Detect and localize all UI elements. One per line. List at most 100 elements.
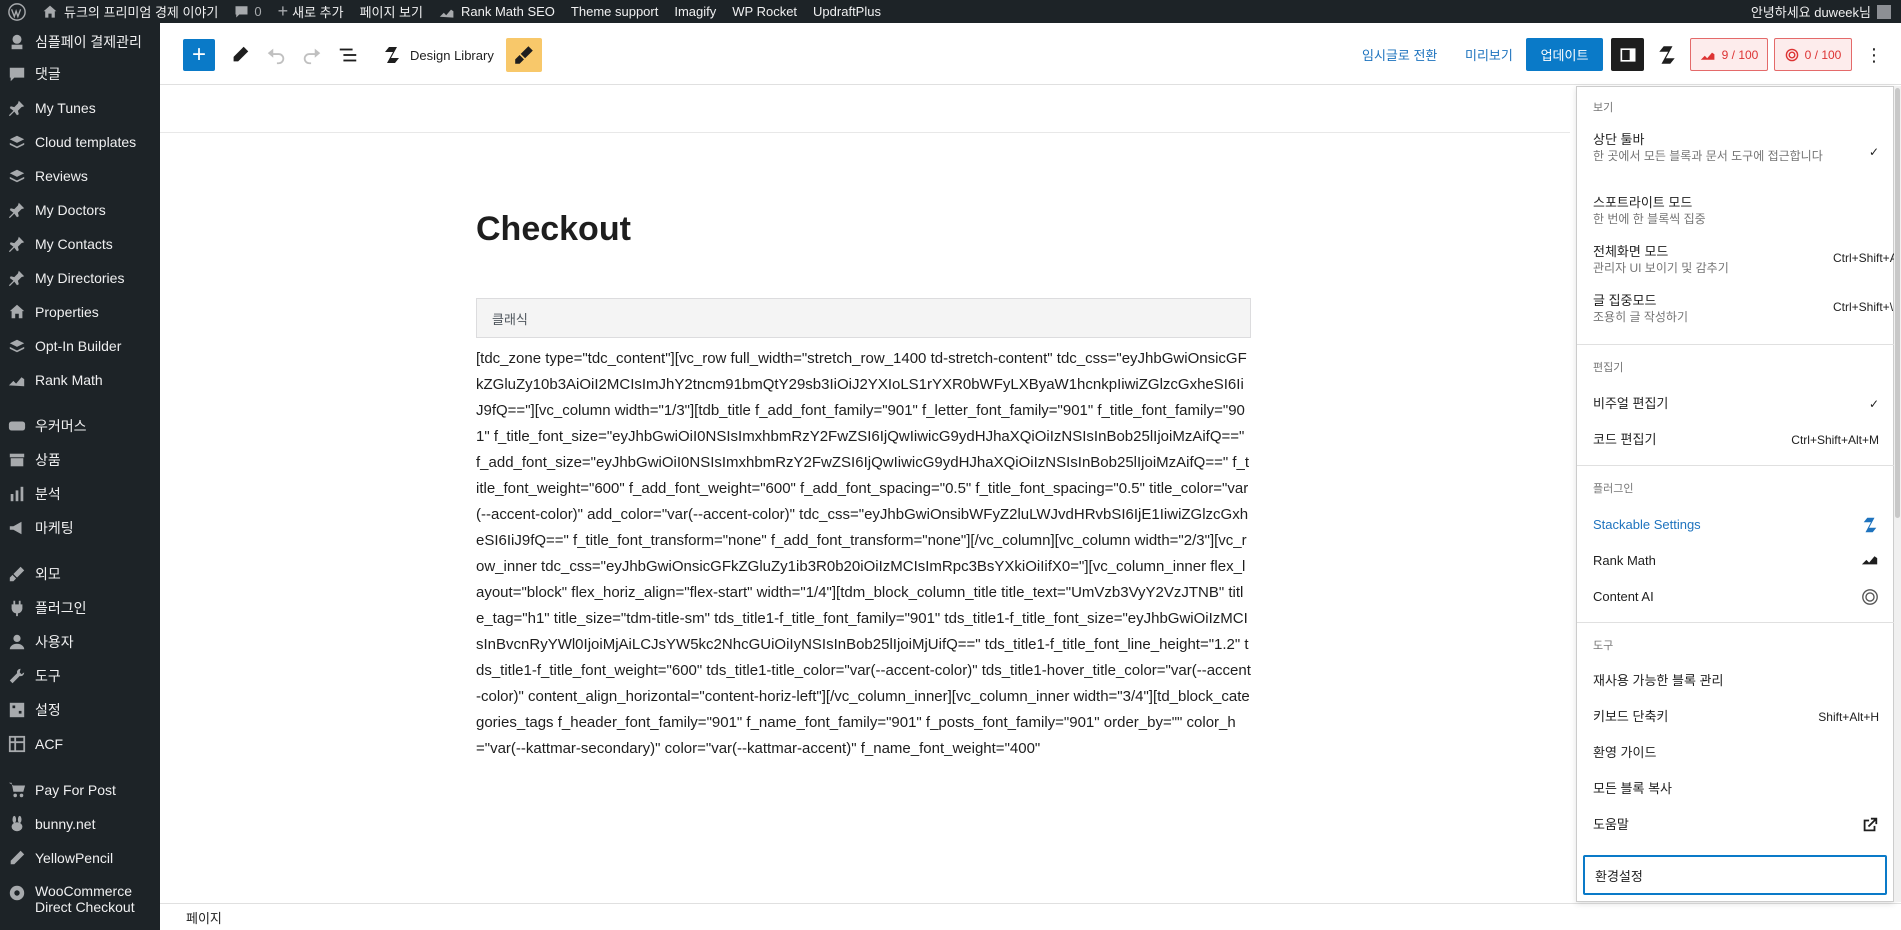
updraftplus-link[interactable]: UpdraftPlus <box>805 0 889 23</box>
wp-rocket-label: WP Rocket <box>732 4 798 19</box>
shortcode-content[interactable]: [tdc_zone type="tdc_content"][vc_row ful… <box>476 346 1251 762</box>
cart-icon <box>7 780 27 800</box>
editor-canvas: Checkout 클래식 [tdc_zone type="tdc_content… <box>160 86 1570 903</box>
sidebar-item-properties[interactable]: Properties <box>0 297 160 327</box>
visual-editor-option[interactable]: 비주얼 편집기 ✓ <box>1577 395 1895 413</box>
page-title[interactable]: Checkout <box>476 210 631 249</box>
welcome-guide-option[interactable]: 환영 가이드 <box>1577 744 1895 762</box>
classic-block-toolbar[interactable]: 클래식 <box>476 298 1251 338</box>
site-name-link[interactable]: 듀크의 프리미엄 경제 이야기 <box>34 0 226 23</box>
theme-support-label: Theme support <box>570 4 659 19</box>
options-dropdown: 보기 상단 툴바 한 곳에서 모든 블록과 문서 도구에 접근합니다 ✓ 스포트… <box>1576 86 1901 902</box>
options-menu-button[interactable]: ⋮ <box>1860 41 1888 69</box>
gear-icon <box>7 883 27 903</box>
option-desc: 조용히 글 작성하기 <box>1593 310 1688 324</box>
layers-icon <box>7 336 27 356</box>
distraction-free-option[interactable]: 글 집중모드 조용히 글 작성하기 Ctrl+Shift+\ <box>1577 292 1895 325</box>
option-title: 환영 가이드 <box>1593 745 1657 760</box>
sidebar-item-acf[interactable]: ACF <box>0 729 160 759</box>
imagify-link[interactable]: Imagify <box>666 0 724 23</box>
sidebar-item-label: ACF <box>35 736 63 752</box>
view-page-link[interactable]: 페이지 보기 <box>352 0 431 23</box>
sidebar-item-simplepay[interactable]: 심플페이 결제관리 <box>0 27 160 57</box>
sidebar-item-my-doctors[interactable]: My Doctors <box>0 195 160 225</box>
pencil-icon <box>7 848 27 868</box>
sidebar-item-rank-math[interactable]: Rank Math <box>0 365 160 395</box>
sidebar-item-yellowpencil[interactable]: YellowPencil <box>0 843 160 873</box>
stackable-settings-option[interactable]: Stackable Settings <box>1577 516 1895 534</box>
sidebar-item-my-tunes[interactable]: My Tunes <box>0 93 160 123</box>
sidebar-item-woocommerce[interactable]: 우커머스 <box>0 411 160 441</box>
megaphone-icon <box>7 518 27 538</box>
sidebar-item-label: My Doctors <box>35 202 106 218</box>
help-option[interactable]: 도움말 <box>1577 816 1895 834</box>
sidebar-item-users[interactable]: 사용자 <box>0 627 160 657</box>
sidebar-item-my-directories[interactable]: My Directories <box>0 263 160 293</box>
design-library-button[interactable]: Design Library <box>382 41 494 69</box>
undo-button[interactable] <box>262 41 290 69</box>
sidebar-item-analytics[interactable]: 분석 <box>0 479 160 509</box>
archive-icon <box>7 450 27 470</box>
breadcrumb-item[interactable]: 페이지 <box>186 908 222 927</box>
sidebar-item-settings[interactable]: 설정 <box>0 695 160 725</box>
theme-support-link[interactable]: Theme support <box>563 0 666 23</box>
sidebar-item-cloud-templates[interactable]: Cloud templates <box>0 127 160 157</box>
comments-link[interactable]: 0 <box>226 0 269 23</box>
keyboard-shortcuts-option[interactable]: 키보드 단축키 Shift+Alt+H <box>1577 708 1895 726</box>
spotlight-option[interactable]: 스포트라이트 모드 한 번에 한 블록씩 집중 <box>1577 194 1895 227</box>
save-draft-label: 임시글로 전환 <box>1362 48 1438 63</box>
stackable-button[interactable] <box>1650 38 1684 72</box>
copy-all-blocks-option[interactable]: 모든 블록 복사 <box>1577 780 1895 798</box>
brush-icon <box>515 46 533 64</box>
yellowpencil-button[interactable] <box>506 38 542 72</box>
document-overview-button[interactable] <box>334 41 362 69</box>
divider <box>1577 622 1895 623</box>
rank-math-icon <box>1700 52 1715 60</box>
sidebar-item-bunny-net[interactable]: bunny.net <box>0 809 160 839</box>
update-button[interactable]: 업데이트 <box>1526 38 1603 71</box>
comment-icon <box>235 6 248 18</box>
content-ai-option[interactable]: Content AI <box>1577 588 1895 606</box>
sidebar-item-opt-in-builder[interactable]: Opt-In Builder <box>0 331 160 361</box>
preferences-option[interactable]: 환경설정 <box>1583 855 1887 895</box>
wp-rocket-link[interactable]: WP Rocket <box>724 0 805 23</box>
rank-math-label: Rank Math SEO <box>460 4 555 19</box>
sidebar-item-plugins[interactable]: 플러그인 <box>0 593 160 623</box>
top-toolbar-option[interactable]: 상단 툴바 한 곳에서 모든 블록과 문서 도구에 접근합니다 ✓ <box>1577 131 1895 164</box>
options-scrollbar-thumb[interactable] <box>1895 88 1900 518</box>
rank-math-option[interactable]: Rank Math <box>1577 552 1895 570</box>
fullscreen-option[interactable]: 전체화면 모드 관리자 UI 보이기 및 감추기 Ctrl+Shift+Alt+… <box>1577 243 1901 276</box>
sidebar-item-comments[interactable]: 댓글 <box>0 59 160 89</box>
sidebar-item-reviews[interactable]: Reviews <box>0 161 160 191</box>
rank-math-link[interactable]: Rank Math SEO <box>431 0 563 23</box>
block-inserter-button[interactable]: + <box>183 39 215 71</box>
my-account[interactable]: 안녕하세요 duweek님 <box>1751 2 1901 21</box>
new-content-link[interactable]: + 새로 추가 <box>270 0 352 23</box>
sidebar-item-marketing[interactable]: 마케팅 <box>0 513 160 543</box>
manage-reusable-blocks-option[interactable]: 재사용 가능한 블록 관리 <box>1577 672 1895 690</box>
save-draft-button[interactable]: 임시글로 전환 <box>1362 45 1437 64</box>
sidebar-item-products[interactable]: 상품 <box>0 445 160 475</box>
new-label: 새로 추가 <box>292 5 344 20</box>
sidebar-item-my-contacts[interactable]: My Contacts <box>0 229 160 259</box>
preview-button[interactable]: 미리보기 <box>1465 45 1513 64</box>
updraftplus-label: UpdraftPlus <box>813 4 881 19</box>
sidebar-item-appearance[interactable]: 외모 <box>0 559 160 589</box>
tools-button[interactable] <box>226 41 254 69</box>
brush-icon <box>7 564 27 584</box>
readability-score-button[interactable]: 0 / 100 <box>1774 38 1852 71</box>
rank-math-icon <box>1861 556 1878 565</box>
option-title: 코드 편집기 <box>1593 432 1657 447</box>
settings-sidebar-button[interactable] <box>1611 38 1644 71</box>
redo-button[interactable] <box>298 41 326 69</box>
code-editor-option[interactable]: 코드 편집기 Ctrl+Shift+Alt+M <box>1577 431 1895 449</box>
wordpress-logo-icon[interactable] <box>0 0 34 23</box>
sidebar-item-pay-for-post[interactable]: Pay For Post <box>0 775 160 805</box>
seo-score-button[interactable]: 9 / 100 <box>1690 38 1768 71</box>
sidebar-item-label: 마케팅 <box>35 520 74 536</box>
sidebar-item-woocommerce-direct-checkout[interactable]: WooCommerce Direct Checkout <box>0 883 160 923</box>
redo-icon <box>303 48 321 65</box>
stackable-logo-icon <box>1659 46 1675 64</box>
sidebar-item-tools[interactable]: 도구 <box>0 661 160 691</box>
content-ai-icon <box>1862 589 1878 605</box>
